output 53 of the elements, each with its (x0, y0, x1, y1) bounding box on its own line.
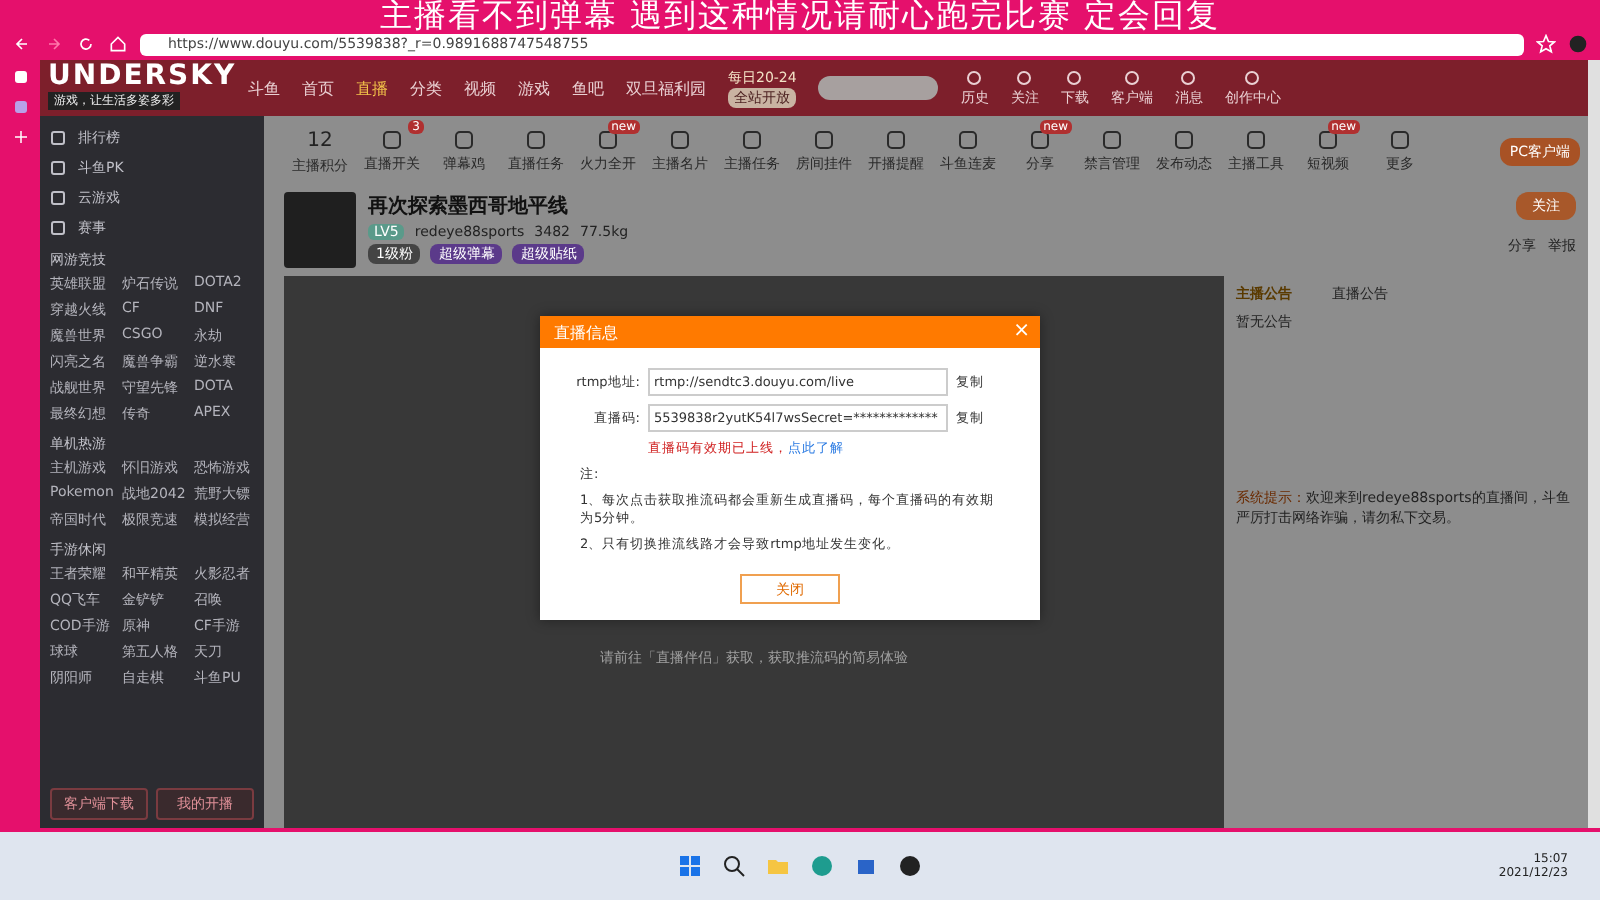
room-title: 再次探索墨西哥地平线 (368, 193, 570, 220)
dialog-title: 直播信息 (554, 321, 618, 343)
nav-link[interactable]: 视频 (464, 77, 496, 99)
tool-icon (1174, 130, 1194, 150)
circle-icon (1244, 69, 1261, 85)
folder-icon (766, 854, 790, 878)
square-icon (50, 129, 66, 145)
search-icon (722, 854, 746, 878)
tool-icon (454, 130, 474, 150)
circle-icon (1123, 69, 1140, 85)
store-icon (854, 854, 878, 878)
tool-icon (1390, 130, 1410, 150)
scrollbar[interactable] (1588, 60, 1600, 828)
square-icon (50, 219, 66, 235)
search-field[interactable] (818, 76, 939, 100)
square-icon (50, 159, 66, 175)
browser-icon (810, 854, 834, 878)
nav-link[interactable]: 鱼吧 (572, 77, 604, 99)
tool-icon (670, 130, 690, 150)
circle-icon (966, 69, 983, 85)
site-logo[interactable]: 斗鱼 (248, 77, 280, 99)
tool-icon (958, 130, 978, 150)
overlay-logo: UNDERSKY (48, 60, 237, 92)
avatar (284, 192, 356, 268)
tool-icon (1246, 130, 1266, 150)
refresh-icon (76, 34, 96, 54)
circle-icon (1066, 69, 1083, 85)
forward-icon (44, 34, 64, 54)
nav-link[interactable]: 首页 (302, 77, 334, 99)
tool-icon (1030, 130, 1050, 150)
score-value: 12 (307, 129, 333, 151)
tool-icon (1102, 130, 1122, 150)
tool-icon (598, 130, 618, 150)
profile-icon (1568, 34, 1588, 54)
nav-link[interactable]: 双旦福利园 (626, 77, 706, 99)
tool-icon (814, 130, 834, 150)
start-icon (678, 854, 702, 878)
circle-icon (1016, 69, 1033, 85)
circle-icon (1180, 69, 1197, 85)
tool-icon (1318, 130, 1338, 150)
square-icon (50, 189, 66, 205)
tool-icon (742, 130, 762, 150)
tool-icon (526, 130, 546, 150)
app-icon (898, 854, 922, 878)
tool-icon (382, 130, 402, 150)
star-icon (1536, 34, 1556, 54)
nav-link[interactable]: 直播 (356, 77, 388, 99)
back-icon (12, 34, 32, 54)
home-icon (108, 34, 128, 54)
nav-link[interactable]: 游戏 (518, 77, 550, 99)
tool-icon (886, 130, 906, 150)
plus-icon (11, 128, 29, 146)
nav-link[interactable]: 分类 (410, 77, 442, 99)
